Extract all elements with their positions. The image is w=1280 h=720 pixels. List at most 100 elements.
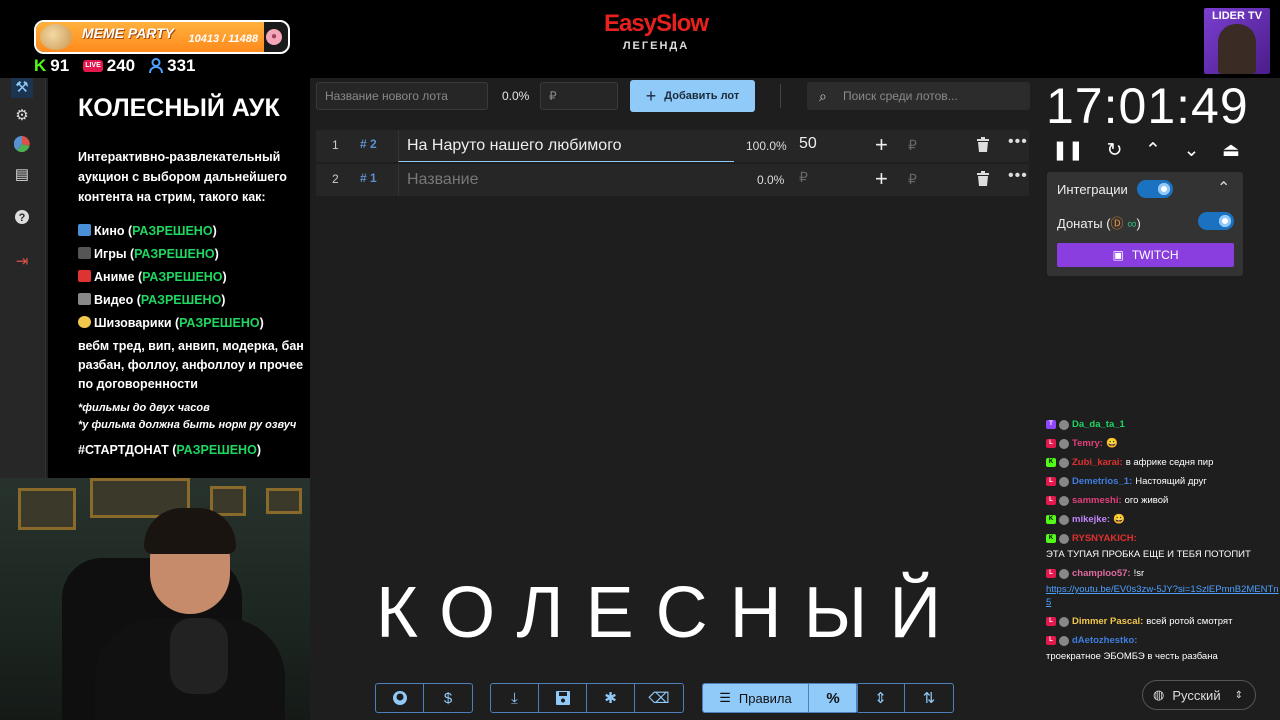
chat-link[interactable]: https://youtu.be/EV0s3zw-5JY?si=1SzlEPmn… bbox=[1046, 583, 1280, 609]
reset-icon[interactable]: ↻ bbox=[1106, 139, 1122, 162]
add-lot-button[interactable]: + Добавить лот bbox=[630, 80, 755, 112]
chat-username[interactable]: Zubi_karai: bbox=[1072, 456, 1123, 469]
lot-row: 1 # 2 На Наруто нашего любимого 100.0% 5… bbox=[316, 130, 1029, 162]
rules-item-video: Видео (РАЗРЕШЕНО) bbox=[78, 290, 310, 310]
rules-note-films: *фильмы до двух часов bbox=[78, 402, 210, 414]
meme-party-title: MEME PARTY bbox=[82, 25, 175, 41]
auction-timer: 17:01:49 bbox=[1046, 78, 1249, 134]
wheel-icon[interactable] bbox=[11, 135, 33, 156]
integrations-toggle[interactable] bbox=[1137, 180, 1173, 198]
chat-text: ЭТА ТУПАЯ ПРОБКА ЕЩЕ И ТЕБЯ ПОТОПИТ bbox=[1046, 549, 1251, 560]
search-icon: ⌕ bbox=[819, 88, 827, 104]
tv-icon bbox=[78, 293, 91, 305]
chat-username[interactable]: dAetozhestko: bbox=[1072, 634, 1137, 647]
stream-logo-name: EasySlow bbox=[603, 10, 709, 37]
chat-username[interactable]: sammeshi: bbox=[1072, 494, 1122, 507]
chat-avatar bbox=[1059, 495, 1069, 506]
chat-message: LdAetozhestko: троекратное ЭБОМБЭ в честь… bbox=[1046, 634, 1280, 663]
clear-all-icon[interactable]: ⌫ bbox=[635, 684, 683, 712]
save-icon[interactable] bbox=[539, 684, 587, 712]
donations-toggle[interactable] bbox=[1198, 212, 1234, 230]
lot-add-amount-input[interactable]: ₽ bbox=[908, 137, 917, 154]
rules-item-shizo: Шизоварики (РАЗРЕШЕНО) bbox=[78, 313, 310, 333]
lot-title-input[interactable]: Название bbox=[398, 164, 734, 196]
stream-logo: EasySlow ЛЕГЕНДА bbox=[540, 10, 772, 52]
chevron-down-icon[interactable]: ⌄ bbox=[1184, 139, 1200, 162]
lot-search-placeholder: Поиск среди лотов... bbox=[843, 89, 958, 103]
github-icon[interactable] bbox=[376, 684, 424, 712]
live-platform-icon: L bbox=[1046, 617, 1056, 626]
wheel-caption: КОЛЕСНЫЙ bbox=[376, 573, 964, 653]
chat-avatar bbox=[1059, 514, 1069, 525]
twitch-icon: ▣ bbox=[1112, 248, 1124, 262]
chat-message: Kmikejke: 😀 bbox=[1046, 513, 1280, 526]
twitch-button-label: TWITCH bbox=[1131, 248, 1179, 262]
sort-icon[interactable]: ⇅ bbox=[905, 684, 953, 712]
lot-add-amount-input[interactable]: ₽ bbox=[908, 171, 917, 188]
chat-username[interactable]: champloo57: bbox=[1072, 567, 1131, 580]
gamepad-icon bbox=[78, 247, 91, 259]
chat-username[interactable]: mikejke: bbox=[1072, 513, 1110, 526]
collapse-up-icon[interactable]: ⏏ bbox=[1222, 139, 1240, 162]
rules-button[interactable]: ☰ Правила bbox=[703, 684, 809, 712]
donations-label: Донаты (Ⓓ ∞) bbox=[1057, 216, 1141, 231]
chevron-up-icon[interactable]: ⌃ bbox=[1145, 139, 1161, 162]
painting bbox=[266, 488, 302, 514]
lot-id: # 2 bbox=[360, 137, 377, 151]
chat-username[interactable]: Da_da_ta_1 bbox=[1072, 418, 1125, 431]
trash-icon[interactable] bbox=[977, 137, 989, 152]
clipboard-icon[interactable]: ▤ bbox=[11, 165, 33, 185]
gear-icon[interactable]: ⚙ bbox=[11, 106, 33, 126]
add-amount-button[interactable]: + bbox=[875, 132, 888, 158]
live-platform-icon: L bbox=[1046, 496, 1056, 505]
chat-text: Настоящий друг bbox=[1135, 476, 1207, 487]
live-platform-icon: L bbox=[1046, 439, 1056, 448]
auction-hammer-icon[interactable]: ⚒ bbox=[11, 78, 33, 98]
lot-amount-input[interactable]: ₽ bbox=[799, 169, 808, 186]
select-arrows-icon: ⇕ bbox=[1234, 689, 1243, 701]
more-options-icon[interactable]: ••• bbox=[1008, 167, 1028, 185]
timer-controls: ❚❚ ↻ ⌃ ⌄ ⏏ bbox=[1046, 134, 1246, 166]
lot-search-input[interactable]: ⌕ Поиск среди лотов... bbox=[807, 82, 1030, 110]
pause-icon[interactable]: ❚❚ bbox=[1052, 139, 1084, 162]
chat-message: K Zubi_karai: в африке седня пир bbox=[1046, 456, 1280, 469]
chat-message: L Dimmer Pascal: всей ротой смотрят bbox=[1046, 615, 1280, 628]
language-select[interactable]: ◍ Русский ⇕ bbox=[1142, 680, 1256, 710]
add-amount-button[interactable]: + bbox=[875, 166, 888, 192]
chevron-up-icon[interactable]: ⌃ bbox=[1217, 178, 1230, 198]
new-lot-name-input[interactable]: Название нового лота bbox=[316, 82, 488, 110]
crazy-face-icon bbox=[78, 316, 91, 328]
chat-username[interactable]: Demetrios_1: bbox=[1072, 475, 1132, 488]
download-icon[interactable]: ⤓ bbox=[491, 684, 539, 712]
webcam-feed bbox=[0, 478, 346, 720]
chat-text: ого живой bbox=[1124, 495, 1169, 506]
chat-message: L Temry: 😀 bbox=[1046, 437, 1280, 450]
live-platform-icon: L bbox=[1046, 477, 1056, 486]
kick-icon: K bbox=[34, 56, 47, 75]
pig-icon: ● bbox=[266, 29, 282, 45]
language-label: Русский bbox=[1172, 687, 1221, 703]
lot-percent: 0.0% bbox=[757, 173, 785, 187]
twitch-connect-button[interactable]: ▣ TWITCH bbox=[1057, 243, 1234, 267]
lot-title-input[interactable]: На Наруто нашего любимого bbox=[398, 130, 734, 162]
lot-amount[interactable]: 50 bbox=[799, 135, 817, 153]
painting bbox=[18, 488, 76, 530]
donate-dollar-icon[interactable]: $ bbox=[424, 684, 472, 712]
integrations-label: Интеграции bbox=[1057, 182, 1128, 197]
more-options-icon[interactable]: ••• bbox=[1008, 133, 1028, 151]
chat-username[interactable]: Temry: bbox=[1072, 437, 1103, 450]
chat-username[interactable]: Dimmer Pascal: bbox=[1072, 615, 1143, 628]
percent-toggle-button[interactable]: % bbox=[809, 684, 857, 712]
new-lot-amount-input[interactable]: ₽ bbox=[540, 82, 618, 110]
live-platform-icon: L bbox=[1046, 569, 1056, 578]
auction-main: Название нового лота 0.0% ₽ + Добавить ло… bbox=[310, 78, 1038, 720]
help-icon[interactable]: ? bbox=[11, 209, 33, 229]
bug-icon[interactable]: ✱ bbox=[587, 684, 635, 712]
chat-text: в африке седня пир bbox=[1125, 457, 1214, 468]
live-viewer-count: 240 bbox=[106, 56, 136, 75]
compact-view-icon[interactable]: ⇕ bbox=[857, 684, 905, 712]
trash-icon[interactable] bbox=[977, 171, 989, 186]
layout-button-group: ⇕ ⇅ bbox=[856, 683, 954, 713]
chat-username[interactable]: RYSNYAKICH: bbox=[1072, 532, 1137, 545]
logout-icon[interactable]: ⇥ bbox=[11, 252, 33, 272]
